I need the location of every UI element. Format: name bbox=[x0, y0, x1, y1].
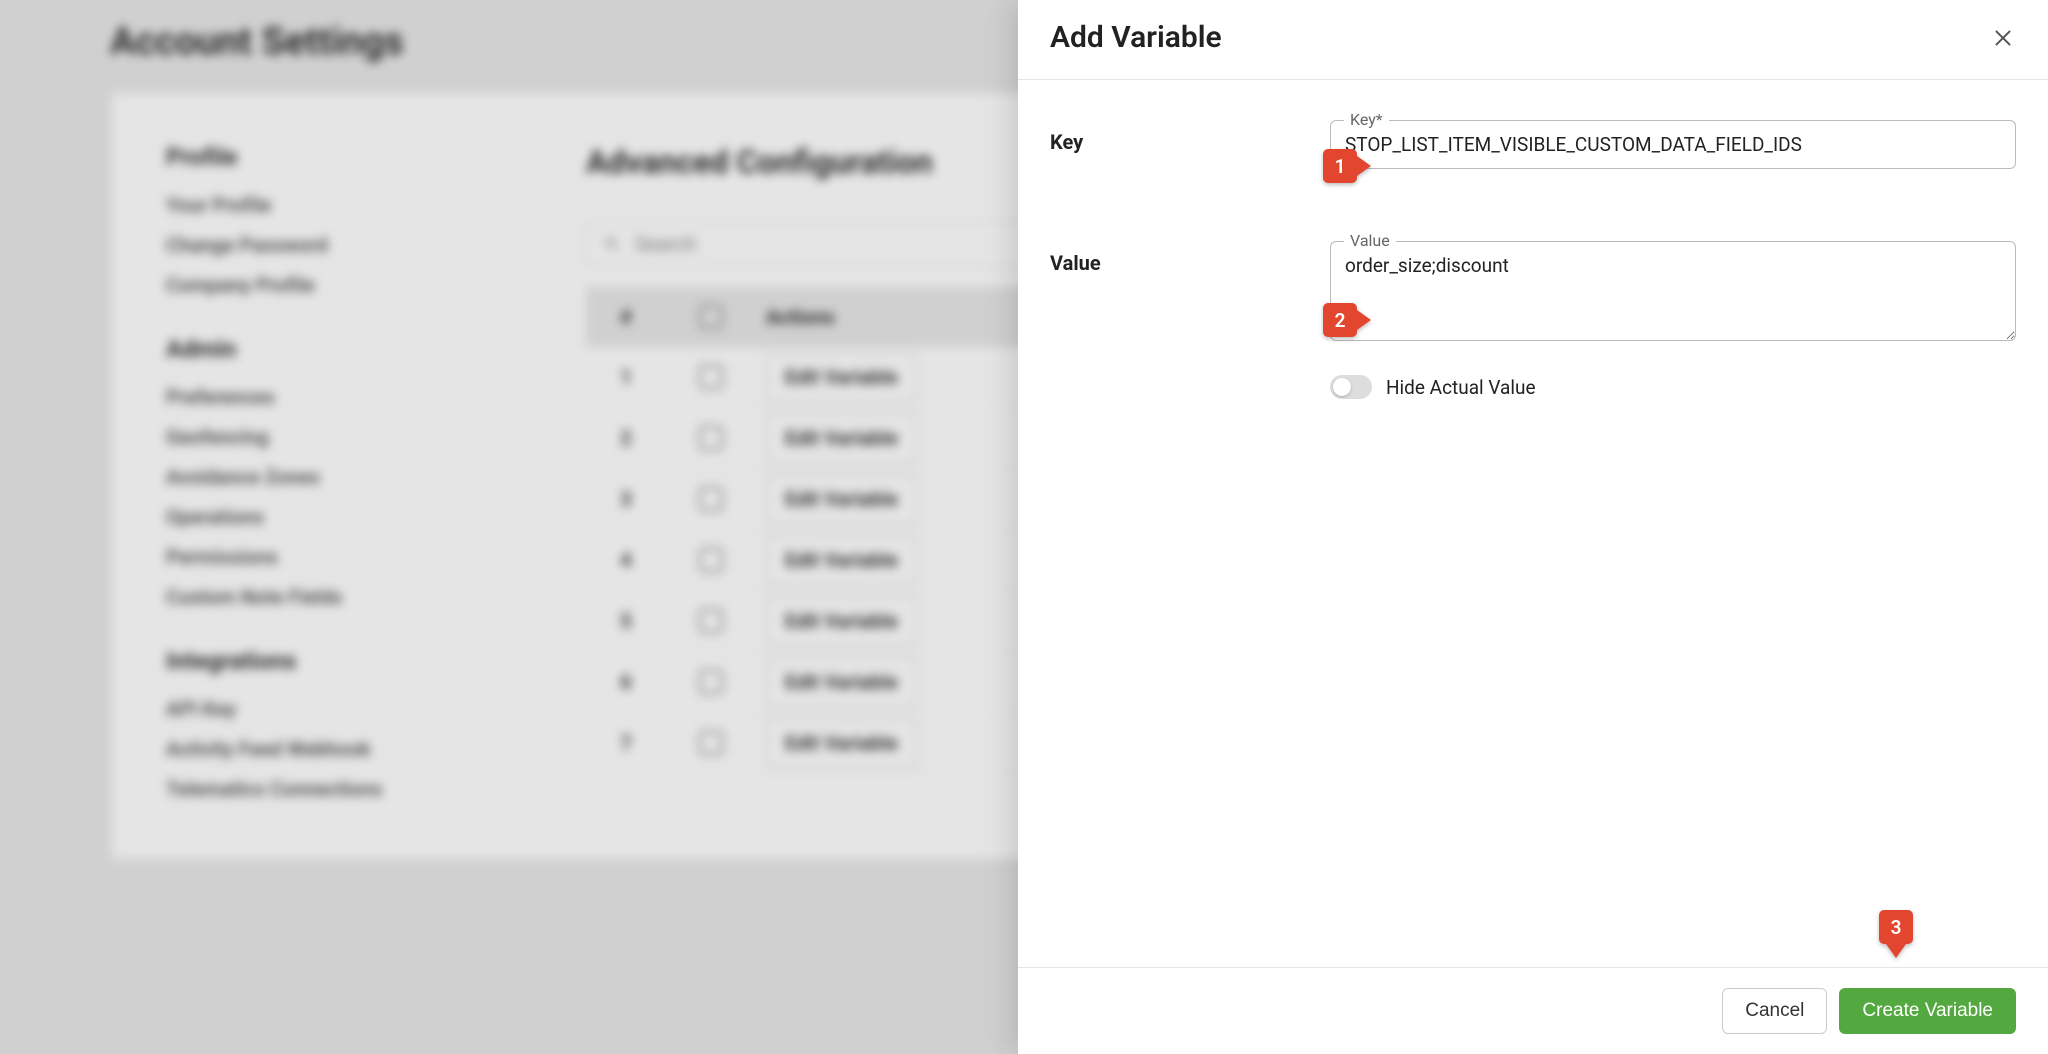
modal-body: Key Key* Value Value Hide Actual Value bbox=[1018, 80, 2048, 967]
hide-value-toggle[interactable] bbox=[1330, 375, 1372, 399]
add-variable-modal: Add Variable Key Key* Value Value bbox=[1018, 0, 2048, 1054]
modal-footer: Cancel Create Variable bbox=[1018, 967, 2048, 1054]
callout-number: 2 bbox=[1323, 303, 1357, 337]
key-label: Key bbox=[1050, 120, 1330, 169]
value-input[interactable] bbox=[1330, 241, 2016, 341]
cancel-button[interactable]: Cancel bbox=[1722, 988, 1827, 1034]
modal-header: Add Variable bbox=[1018, 0, 2048, 80]
value-label: Value bbox=[1050, 241, 1330, 399]
key-floating-label: Key* bbox=[1344, 110, 1389, 129]
hide-value-label: Hide Actual Value bbox=[1386, 376, 1536, 399]
callout-marker-2: 2 bbox=[1323, 303, 1371, 337]
callout-marker-1: 1 bbox=[1323, 149, 1371, 183]
hide-value-toggle-row: Hide Actual Value bbox=[1330, 375, 2016, 399]
callout-number: 3 bbox=[1879, 910, 1913, 944]
arrow-down-icon bbox=[1886, 944, 1906, 958]
callout-number: 1 bbox=[1323, 149, 1357, 183]
callout-marker-3: 3 bbox=[1879, 910, 1913, 958]
create-variable-button[interactable]: Create Variable bbox=[1839, 988, 2016, 1034]
value-floating-label: Value bbox=[1344, 231, 1396, 250]
arrow-right-icon bbox=[1357, 156, 1371, 176]
arrow-right-icon bbox=[1357, 310, 1371, 330]
value-row: Value Value Hide Actual Value bbox=[1050, 241, 2016, 399]
close-icon[interactable] bbox=[1990, 25, 2016, 51]
key-row: Key Key* bbox=[1050, 120, 2016, 169]
key-input[interactable] bbox=[1330, 120, 2016, 169]
modal-title: Add Variable bbox=[1050, 20, 1222, 55]
